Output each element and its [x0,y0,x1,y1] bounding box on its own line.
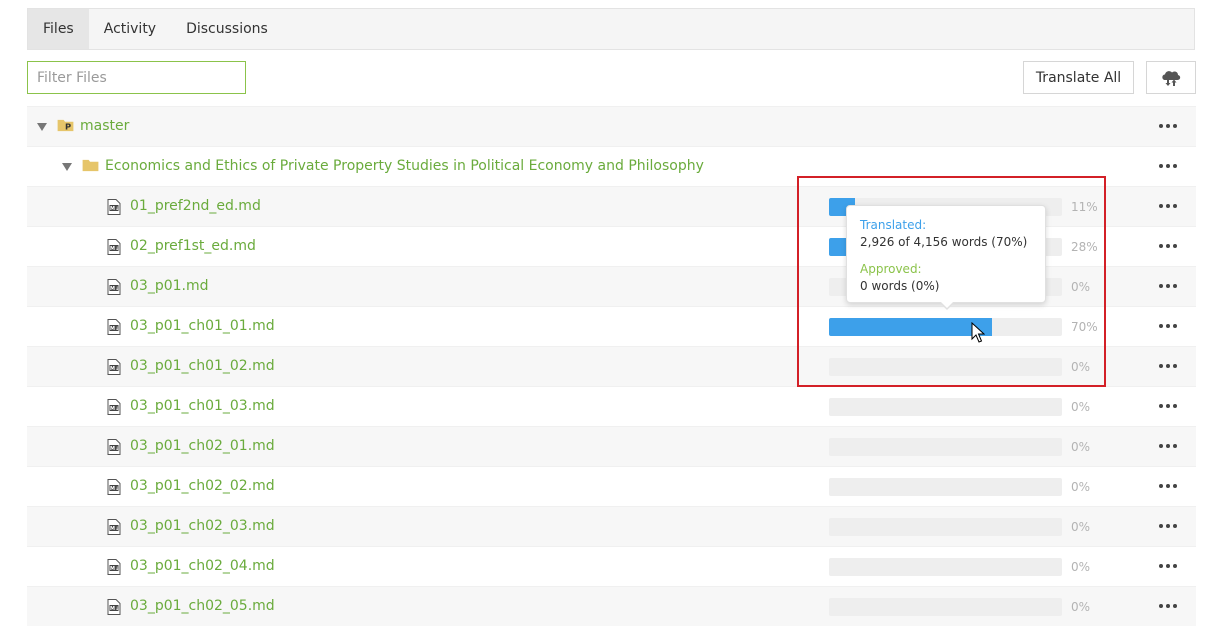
svg-text:M↓: M↓ [110,206,119,212]
more-options-icon[interactable] [1159,161,1177,171]
file-name[interactable]: 03_p01_ch02_05.md [130,598,275,614]
markdown-file-icon: M↓ [107,399,121,415]
translate-all-button[interactable]: Translate All [1023,61,1134,94]
more-options-icon[interactable] [1159,201,1177,211]
translated-value: 2,926 of 4,156 words (70%) [860,235,1028,249]
cloud-download-icon [1162,70,1181,86]
markdown-file-icon: M↓ [107,319,121,335]
progress-bar[interactable] [829,318,1062,336]
more-options-icon[interactable] [1159,601,1177,611]
folder-name[interactable]: Economics and Ethics of Private Property… [105,158,704,174]
more-options-icon[interactable] [1159,441,1177,451]
more-options-icon[interactable] [1159,521,1177,531]
markdown-file-icon: M↓ [107,359,121,375]
svg-text:M↓: M↓ [110,246,119,252]
progress-percent: 0% [1071,280,1091,294]
translated-label: Translated: [860,218,927,232]
file-row: M↓ 03_p01_ch02_03.md 0% [27,506,1196,546]
mouse-pointer-icon [971,322,985,343]
folder-icon [82,159,99,172]
progress-percent: 28% [1071,240,1098,254]
svg-text:M↓: M↓ [110,566,119,572]
svg-text:M↓: M↓ [110,286,119,292]
svg-text:M↓: M↓ [110,526,119,532]
file-name[interactable]: 01_pref2nd_ed.md [130,198,261,214]
tab-bar: Files Activity Discussions [27,8,1195,50]
file-row: M↓ 03_p01_ch01_01.md 70% [27,306,1196,346]
branch-name[interactable]: master [80,118,129,134]
svg-text:M↓: M↓ [110,606,119,612]
file-name[interactable]: 03_p01_ch02_04.md [130,558,275,574]
markdown-file-icon: M↓ [107,439,121,455]
file-name[interactable]: 03_p01_ch02_01.md [130,438,275,454]
progress-bar[interactable] [829,598,1062,616]
progress-percent: 0% [1071,560,1091,574]
file-name[interactable]: 03_p01_ch01_02.md [130,358,275,374]
file-name[interactable]: 03_p01_ch01_03.md [130,398,275,414]
progress-percent: 70% [1071,320,1098,334]
svg-text:P: P [65,122,71,132]
file-name[interactable]: 03_p01_ch02_02.md [130,478,275,494]
markdown-file-icon: M↓ [107,559,121,575]
progress-percent: 0% [1071,480,1091,494]
git-branch-folder-icon: P [57,119,74,132]
progress-fill [829,318,993,336]
progress-bar[interactable] [829,518,1062,536]
progress-bar[interactable] [829,478,1062,496]
folder-row: Economics and Ethics of Private Property… [27,146,1196,186]
file-row: M↓ 03_p01_ch01_03.md 0% [27,386,1196,426]
more-options-icon[interactable] [1159,281,1177,291]
progress-bar[interactable] [829,398,1062,416]
file-row: M↓ 03_p01_ch02_01.md 0% [27,426,1196,466]
progress-bar[interactable] [829,438,1062,456]
progress-percent: 0% [1071,360,1091,374]
filter-files-input[interactable] [27,61,246,94]
approved-label: Approved: [860,262,922,276]
file-row: M↓ 03_p01_ch01_02.md 0% [27,346,1196,386]
svg-text:M↓: M↓ [110,486,119,492]
progress-bar[interactable] [829,558,1062,576]
file-row: M↓ 03_p01_ch02_04.md 0% [27,546,1196,586]
more-options-icon[interactable] [1159,121,1177,131]
svg-text:M↓: M↓ [110,326,119,332]
more-options-icon[interactable] [1159,321,1177,331]
file-name[interactable]: 02_pref1st_ed.md [130,238,256,254]
collapse-toggle-icon[interactable] [62,163,72,171]
file-name[interactable]: 03_p01_ch02_03.md [130,518,275,534]
more-options-icon[interactable] [1159,561,1177,571]
progress-percent: 0% [1071,600,1091,614]
markdown-file-icon: M↓ [107,519,121,535]
more-options-icon[interactable] [1159,401,1177,411]
tab-discussions[interactable]: Discussions [171,9,283,49]
svg-text:M↓: M↓ [110,366,119,372]
progress-bar[interactable] [829,358,1062,376]
progress-percent: 0% [1071,400,1091,414]
branch-row: P master [27,106,1196,146]
more-options-icon[interactable] [1159,361,1177,371]
markdown-file-icon: M↓ [107,599,121,615]
file-name[interactable]: 03_p01_ch01_01.md [130,318,275,334]
markdown-file-icon: M↓ [107,479,121,495]
file-tree: P master Economics and Ethics of Private… [27,106,1196,626]
progress-percent: 11% [1071,200,1098,214]
progress-tooltip: Translated: 2,926 of 4,156 words (70%) A… [846,205,1046,310]
more-options-icon[interactable] [1159,241,1177,251]
file-name[interactable]: 03_p01.md [130,278,209,294]
collapse-toggle-icon[interactable] [37,123,47,131]
svg-text:M↓: M↓ [110,446,119,452]
download-button[interactable] [1146,61,1196,94]
markdown-file-icon: M↓ [107,279,121,295]
progress-percent: 0% [1071,440,1091,454]
markdown-file-icon: M↓ [107,239,121,255]
tab-activity[interactable]: Activity [89,9,171,49]
file-row: M↓ 03_p01_ch02_02.md 0% [27,466,1196,506]
tab-files[interactable]: Files [28,9,89,49]
svg-text:M↓: M↓ [110,406,119,412]
more-options-icon[interactable] [1159,481,1177,491]
approved-value: 0 words (0%) [860,279,940,293]
markdown-file-icon: M↓ [107,199,121,215]
progress-percent: 0% [1071,520,1091,534]
file-row: M↓ 03_p01_ch02_05.md 0% [27,586,1196,626]
